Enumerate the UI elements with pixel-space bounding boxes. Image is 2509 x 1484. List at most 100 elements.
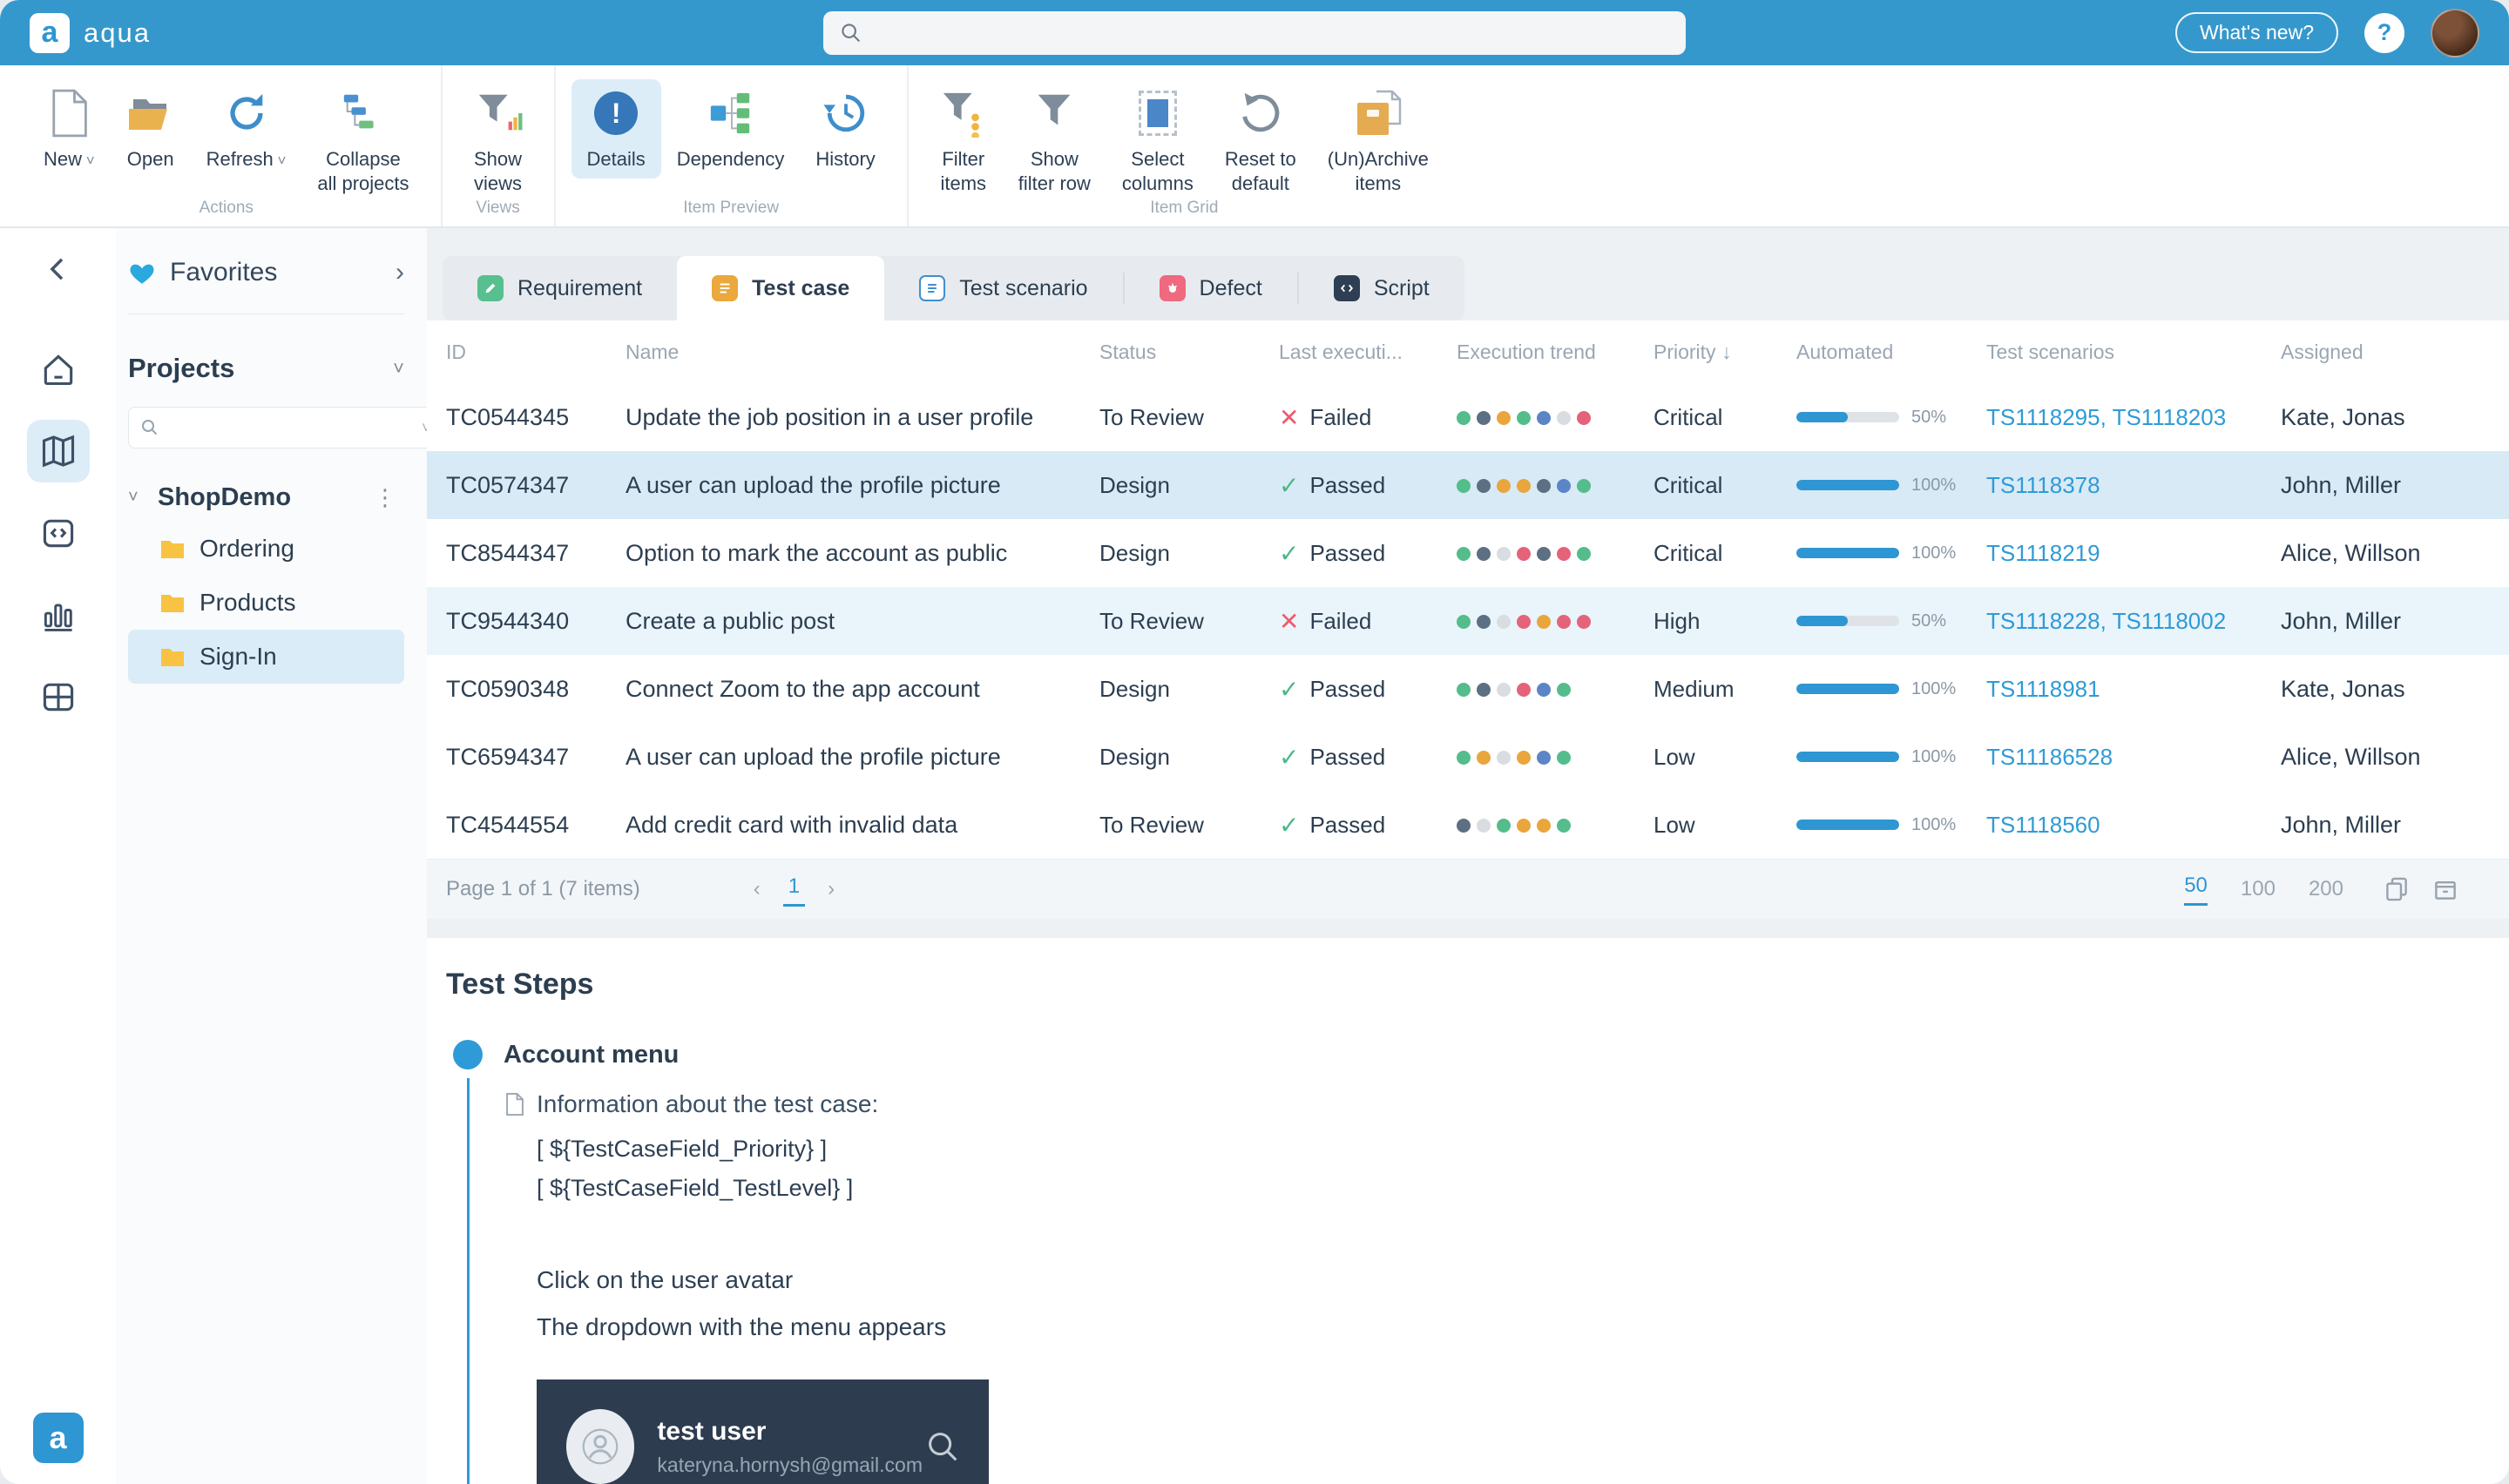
cell-id: TC6594347 [446,744,626,771]
test-scenario-link[interactable]: TS1118228 [1986,608,2100,634]
column-header-automated[interactable]: Automated [1796,341,1986,364]
ribbon-item-filter-items[interactable]: Filter items [924,79,1003,203]
collapse-all-projects-icon [340,86,387,140]
kebab-menu-icon[interactable]: ⋮ [367,484,404,511]
cell-automated: 100% [1796,476,1986,496]
trend-dot [1537,615,1551,629]
ribbon-item-new[interactable]: New ˅ [28,79,111,180]
tab-test-scenario[interactable]: Test scenario [884,256,1122,320]
rail-item-dashboard[interactable] [27,665,90,728]
script-icon [1334,275,1360,301]
rail-item-execution[interactable] [27,502,90,564]
column-header-priority[interactable]: Priority ↓ [1654,341,1796,364]
rail-item-projects[interactable] [27,420,90,482]
ribbon-item-reset-to-default[interactable]: Reset to default [1209,79,1312,203]
cell-last-execution: ✓Passed [1279,743,1457,772]
column-header-id[interactable]: ID [446,341,626,364]
cell-assigned: John, Miller [2281,608,2509,635]
test-scenario-link[interactable]: TS11186528 [1986,744,2113,770]
archive-icon[interactable] [2431,874,2460,904]
search-input[interactable] [872,20,1670,46]
column-header-execution-trend[interactable]: Execution trend [1457,341,1654,364]
tab-label: Requirement [517,276,642,301]
tab-defect[interactable]: Defect [1125,256,1297,320]
table-row-tc8544347[interactable]: TC8544347Option to mark the account as p… [427,519,2509,587]
sidebar-folder-ordering[interactable]: Ordering [128,522,404,576]
ribbon-item-un-archive-items[interactable]: (Un)Archive items [1312,79,1444,203]
ribbon-item-open[interactable]: Open [111,79,191,179]
ribbon-item-select-columns[interactable]: Select columns [1106,79,1209,203]
folder-label: Products [200,589,296,617]
table-row-tc0544345[interactable]: TC0544345Update the job position in a us… [427,383,2509,451]
table-row-tc6594347[interactable]: TC6594347A user can upload the profile p… [427,723,2509,791]
column-header-assigned[interactable]: Assigned [2281,341,2509,364]
rail-item-home[interactable] [27,338,90,401]
table-row-tc0590348[interactable]: TC0590348Connect Zoom to the app account… [427,655,2509,723]
cell-assigned: John, Miller [2281,472,2509,499]
prev-page-icon[interactable]: ‹ [754,877,761,901]
cell-name: Update the job position in a user profil… [626,404,1099,431]
projects-section-header[interactable]: Projects ˅ [128,353,404,384]
sidebar-folder-sign-in[interactable]: Sign-In [128,630,404,684]
column-header-test-scenarios[interactable]: Test scenarios [1986,341,2281,364]
ribbon-item-label: Refresh ˅ [206,147,287,173]
test-scenario-link[interactable]: TS1118295 [1986,404,2100,430]
progress-track [1796,412,1899,422]
page-size-200[interactable]: 200 [2309,877,2343,901]
table-row-tc9544340[interactable]: TC9544340Create a public postTo Review✕F… [427,587,2509,655]
test-scenario-link[interactable]: TS1118203 [2113,404,2227,430]
table-row-tc0574347[interactable]: TC0574347A user can upload the profile p… [427,451,2509,519]
project-node-root[interactable]: ˅ ShopDemo ⋮ [128,473,404,522]
ribbon-item-collapse-all-projects[interactable]: Collapse all projects [301,79,424,203]
aqua-footer-logo-icon: a [33,1413,84,1463]
requirement-icon [477,275,504,301]
ribbon-item-show-views[interactable]: Show views [458,79,538,203]
tab-script[interactable]: Script [1299,256,1464,320]
ribbon-item-show-filter-row[interactable]: Show filter row [1003,79,1106,203]
ribbon-item-refresh[interactable]: Refresh ˅ [191,79,302,180]
project-search-input[interactable] [167,415,422,440]
trend-dot [1537,683,1551,697]
test-scenario-link[interactable]: TS1118378 [1986,472,2100,498]
test-scenario-link[interactable]: TS1118981 [1986,676,2100,702]
collapse-sidebar-button[interactable] [42,253,75,286]
cell-execution-trend [1457,540,1654,567]
column-header-last-executi[interactable]: Last executi... [1279,341,1457,364]
next-page-icon[interactable]: › [828,877,835,901]
projects-label: Projects [128,353,393,384]
cell-automated: 100% [1796,543,1986,563]
trend-dot [1497,411,1511,425]
column-header-status[interactable]: Status [1099,341,1279,364]
ribbon-item-history[interactable]: History [800,79,890,179]
help-button[interactable]: ? [2364,13,2404,53]
table-row-tc4544554[interactable]: TC4544554Add credit card with invalid da… [427,791,2509,859]
tab-test-case[interactable]: Test case [677,256,884,320]
execution-result-label: Failed [1309,608,1371,635]
ribbon-item-dependency[interactable]: Dependency [661,79,801,179]
page-size-50[interactable]: 50 [2184,874,2208,906]
copy-icon[interactable] [2382,874,2411,904]
page-size-100[interactable]: 100 [2241,877,2276,901]
cell-last-execution: ✓Passed [1279,539,1457,568]
cell-assigned: John, Miller [2281,812,2509,839]
sidebar-folder-products[interactable]: Products [128,576,404,630]
filter-items-icon [940,86,987,140]
favorites-section[interactable]: Favorites › [128,258,404,287]
rail-item-reports[interactable] [27,583,90,646]
test-scenario-link[interactable]: TS1118219 [1986,540,2100,566]
project-search-field[interactable]: ˅ [128,407,443,449]
tab-requirement[interactable]: Requirement [443,256,677,320]
column-header-name[interactable]: Name [626,341,1099,364]
test-scenario-link[interactable]: TS1118002 [2113,608,2227,634]
test-scenario-link[interactable]: TS1118560 [1986,812,2100,838]
cell-status: Design [1099,472,1279,499]
global-search[interactable] [823,11,1686,55]
whats-new-button[interactable]: What's new? [2175,12,2338,53]
cell-automated: 50% [1796,408,1986,428]
reset-to-default-icon [1237,86,1284,140]
user-avatar[interactable] [2431,9,2479,57]
ribbon-item-details[interactable]: !Details [571,79,661,179]
trend-dot [1517,547,1531,561]
cell-execution-trend [1457,744,1654,771]
current-page[interactable]: 1 [783,873,805,907]
